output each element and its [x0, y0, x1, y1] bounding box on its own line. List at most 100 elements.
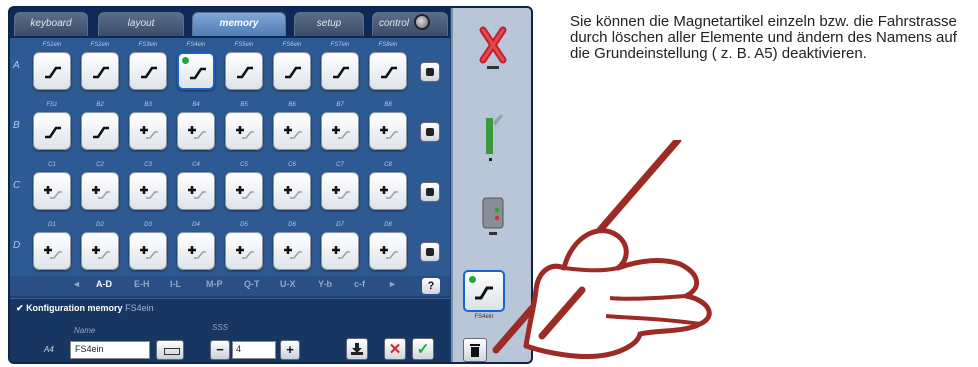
memory-button[interactable]	[81, 172, 119, 210]
config-title: ✔ Konfiguration memory FS4ein	[16, 303, 154, 314]
memory-cell-label: FS4ein	[186, 42, 206, 48]
memory-button[interactable]	[273, 52, 311, 90]
decrement-button[interactable]: −	[210, 340, 230, 360]
page-prev-button[interactable]: ◄	[72, 279, 81, 289]
memory-cell: FS3ein	[126, 42, 170, 96]
memory-cell: D8	[366, 222, 410, 276]
memory-cell-label: D3	[144, 222, 152, 228]
memory-grid: A FS1ein FS2ein FS3ein FS4ein FS5ein FS6ein FS7…	[10, 38, 450, 278]
row-option-button[interactable]	[420, 122, 440, 142]
memory-button[interactable]	[129, 172, 167, 210]
add-icon	[236, 126, 254, 139]
row-letter: B	[13, 120, 20, 131]
cancel-button[interactable]: ✕	[384, 338, 406, 360]
help-button[interactable]: ?	[422, 278, 440, 294]
memory-button[interactable]	[225, 112, 263, 150]
name-input[interactable]: FS4ein	[70, 341, 150, 359]
tab-keyboard[interactable]: keyboard	[14, 12, 88, 36]
row-option-button[interactable]	[420, 182, 440, 202]
memory-cell-label: D6	[288, 222, 296, 228]
memory-cell: B7	[318, 102, 362, 156]
memory-cell-label: D5	[240, 222, 248, 228]
cs2-screen: keyboard layout memory setup control A FS…	[8, 6, 533, 364]
tab-layout[interactable]: layout	[98, 12, 184, 36]
memory-cell-label: C1	[48, 162, 56, 168]
memory-button[interactable]	[129, 112, 167, 150]
add-icon	[92, 186, 110, 199]
row-option-button[interactable]	[420, 242, 440, 262]
page-tab[interactable]: A-D	[96, 279, 112, 289]
memory-cell: FS6ein	[270, 42, 314, 96]
memory-button[interactable]	[33, 232, 71, 270]
route-icon	[93, 126, 109, 139]
delete-button[interactable]	[463, 338, 487, 362]
memory-cell-label: D8	[384, 222, 392, 228]
control-knob-icon[interactable]	[414, 14, 430, 30]
memory-button[interactable]	[225, 172, 263, 210]
memory-button[interactable]	[273, 232, 311, 270]
memory-button[interactable]	[33, 52, 71, 90]
memory-cell-label: FS1	[46, 102, 58, 108]
memory-button[interactable]	[369, 112, 407, 150]
memory-button[interactable]	[81, 52, 119, 90]
memory-button[interactable]	[33, 172, 71, 210]
memory-cell: C5	[222, 162, 266, 216]
route-icon	[141, 66, 157, 79]
memory-cell-label: C8	[384, 162, 392, 168]
add-icon	[380, 126, 398, 139]
keyboard-button[interactable]	[156, 340, 184, 360]
tab-setup[interactable]: setup	[294, 12, 364, 36]
memory-button[interactable]	[225, 52, 263, 90]
memory-button[interactable]	[129, 52, 167, 90]
page-tab[interactable]: Y-b	[318, 279, 332, 289]
tab-memory[interactable]: memory	[192, 12, 286, 36]
name-label: Name	[74, 326, 96, 335]
memory-cell-label: B6	[288, 102, 296, 108]
increment-button[interactable]: +	[280, 340, 300, 360]
memory-button[interactable]	[369, 232, 407, 270]
page-tab[interactable]: Q-T	[244, 279, 260, 289]
memory-button[interactable]	[369, 52, 407, 90]
memory-button[interactable]	[321, 172, 359, 210]
sss-input[interactable]: 4	[232, 341, 276, 359]
memory-button[interactable]	[177, 172, 215, 210]
memory-button[interactable]	[321, 112, 359, 150]
memory-button[interactable]	[273, 112, 311, 150]
page-tab[interactable]: M-P	[206, 279, 223, 289]
memory-cell-label: FS5ein	[234, 42, 254, 48]
memory-cell: D4	[174, 222, 218, 276]
tab-control[interactable]: control	[372, 12, 448, 36]
memory-cell: B5	[222, 102, 266, 156]
page-next-button[interactable]: ►	[388, 279, 397, 289]
memory-button[interactable]	[81, 112, 119, 150]
memory-cell-label: FS2ein	[90, 42, 110, 48]
memory-cell: C6	[270, 162, 314, 216]
memory-button[interactable]	[177, 52, 215, 90]
memory-button[interactable]	[225, 232, 263, 270]
add-icon	[332, 246, 350, 259]
configuration-panel: ✔ Konfiguration memory FS4ein Name SSS A…	[10, 298, 450, 362]
record-route-button[interactable]	[346, 338, 368, 360]
caption-text: Sie können die Magnetartikel einzeln bzw…	[570, 13, 957, 62]
sidebar-item-crossing[interactable]	[461, 20, 525, 86]
config-title-item: FS4ein	[125, 303, 154, 313]
memory-button[interactable]	[33, 112, 71, 150]
ok-button[interactable]: ✓	[412, 338, 434, 360]
page-tab[interactable]: E-H	[134, 279, 150, 289]
memory-button[interactable]	[321, 52, 359, 90]
memory-cell: C7	[318, 162, 362, 216]
memory-button[interactable]	[321, 232, 359, 270]
memory-button[interactable]	[129, 232, 167, 270]
row-option-button[interactable]	[420, 62, 440, 82]
memory-cell: FS4ein	[174, 42, 218, 96]
page-tab[interactable]: I-L	[170, 279, 181, 289]
memory-button[interactable]	[369, 172, 407, 210]
page-tab[interactable]: c-f	[354, 279, 365, 289]
config-title-text: Konfiguration memory	[26, 303, 123, 313]
page-tab[interactable]: U-X	[280, 279, 296, 289]
memory-button[interactable]	[177, 112, 215, 150]
memory-button[interactable]	[81, 232, 119, 270]
memory-button[interactable]	[273, 172, 311, 210]
memory-cell: FS2ein	[78, 42, 122, 96]
memory-button[interactable]	[177, 232, 215, 270]
